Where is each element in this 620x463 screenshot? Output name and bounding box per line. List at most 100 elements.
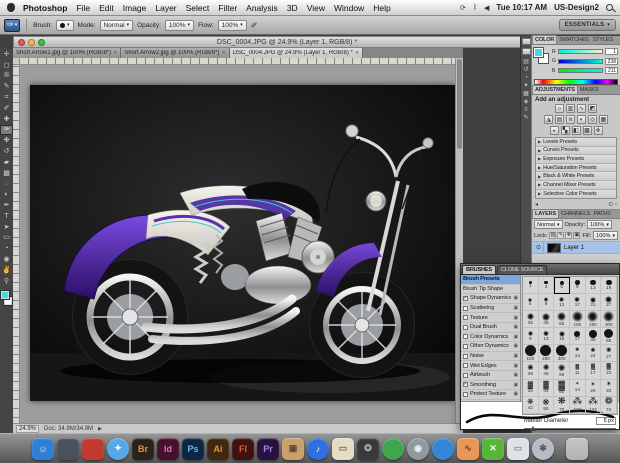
brush-preset[interactable]: ▓60 — [554, 380, 570, 397]
disclosure-triangle-icon[interactable]: ▶ — [538, 165, 541, 170]
tab-color[interactable]: COLOR — [532, 35, 557, 44]
flow-input[interactable]: 100%▾ — [218, 20, 247, 31]
brush-preset[interactable]: 3 — [539, 277, 555, 294]
adjustment-icon[interactable]: ▦ — [599, 115, 608, 124]
panel-icon[interactable]: ◈ — [522, 98, 531, 106]
dock-itunes[interactable]: ♪ — [307, 438, 329, 460]
close-icon[interactable]: ✕ — [355, 50, 359, 56]
zoom-level[interactable]: 24.9% — [16, 425, 39, 433]
adjustment-icon[interactable]: ◧ — [572, 126, 581, 135]
foreground-color-swatch[interactable] — [1, 291, 9, 299]
brush-preset[interactable]: ⁂134 — [586, 397, 602, 414]
menu-window[interactable]: Window — [334, 3, 364, 13]
panel-icon[interactable]: ≡ — [522, 106, 531, 114]
disclosure-triangle-icon[interactable]: ▶ — [538, 148, 541, 153]
dock-green-app[interactable] — [382, 438, 404, 460]
marquee-tool[interactable]: ◻ — [0, 60, 13, 71]
document-image[interactable] — [30, 85, 455, 401]
brush-preset[interactable]: 300 — [601, 311, 617, 328]
brush-option-airbrush[interactable]: Airbrush▣ — [461, 371, 520, 381]
brush-preset[interactable]: 5 — [523, 294, 539, 311]
adjustment-icon[interactable]: ▚ — [561, 126, 570, 135]
brush-preset[interactable]: 17 — [570, 294, 586, 311]
brush-preset[interactable]: ✶33 — [601, 380, 617, 397]
lock-icon[interactable]: ▧ — [549, 232, 556, 239]
blend-mode-select[interactable]: Normal▾ — [534, 220, 563, 229]
hand-tool[interactable]: ✌ — [0, 265, 13, 276]
dock-game-x[interactable]: ✕ — [482, 438, 504, 460]
layer-visibility-eye-icon[interactable]: ⊙ — [534, 241, 544, 254]
adjustment-icon[interactable]: ◎ — [588, 115, 597, 124]
adjustment-icon[interactable]: ≋ — [566, 115, 575, 124]
brush-preset[interactable]: 9 — [570, 277, 586, 294]
brush-preset[interactable]: 19 — [554, 328, 570, 345]
brush-preset[interactable]: ✶14 — [570, 380, 586, 397]
dock-trash[interactable] — [566, 438, 588, 460]
brush-preset[interactable]: ▓23 — [601, 362, 617, 379]
apple-menu-icon[interactable] — [7, 3, 15, 12]
adjustment-icon[interactable]: ✜ — [594, 126, 603, 135]
history-brush-tool[interactable]: ↺ — [0, 146, 13, 157]
preset-exposure-presets[interactable]: ▶Exposure Presets — [536, 155, 616, 164]
quick-selection-tool[interactable]: ✎ — [0, 81, 13, 92]
zoom-window-button[interactable] — [38, 39, 45, 46]
crop-tool[interactable]: ⌗ — [0, 92, 13, 103]
layer-row[interactable]: ⊙ Layer 1 — [532, 241, 620, 254]
document-tab[interactable]: DSC_0004.JPG @ 24.9% (Layer 1, RGB/8) *✕ — [230, 48, 363, 58]
dock-toy[interactable]: ✪ — [357, 438, 379, 460]
brush-option-wet-edges[interactable]: Wet Edges▣ — [461, 361, 520, 371]
disclosure-triangle-icon[interactable]: ▶ — [538, 191, 541, 196]
brush-preset[interactable]: ❋42 — [523, 397, 539, 414]
document-title-bar[interactable]: DSC_0004.JPG @ 24.9% (Layer 1, RGB/8) * — [13, 36, 531, 48]
dock-iphoto[interactable]: ▭ — [332, 438, 354, 460]
brush-option-brush-tip-shape[interactable]: Brush Tip Shape — [461, 285, 520, 295]
brush-preset[interactable]: ▓11 — [570, 362, 586, 379]
close-icon[interactable]: ✕ — [221, 50, 225, 56]
menu-edit[interactable]: Edit — [99, 3, 114, 13]
dock-premiere[interactable]: Pr — [257, 438, 279, 460]
shape-tool[interactable]: ▭ — [0, 233, 13, 244]
panel-icon[interactable]: ✦ — [522, 82, 531, 90]
close-window-button[interactable] — [18, 39, 25, 46]
menu-file[interactable]: File — [76, 3, 90, 13]
volume-icon[interactable]: ◀ — [484, 4, 489, 12]
panel-icon[interactable]: ◔ — [522, 74, 531, 82]
mode-select[interactable]: Normal▾ — [100, 20, 133, 31]
dock-dark-app[interactable] — [57, 438, 79, 460]
tab-brushes[interactable]: BRUSHES — [462, 265, 496, 274]
dock-external-drive[interactable]: ▭ — [507, 438, 529, 460]
type-tool[interactable]: T — [0, 211, 13, 222]
path-selection-tool[interactable]: ➤ — [0, 222, 13, 233]
channel-slider[interactable] — [558, 49, 603, 54]
preset-levels-presets[interactable]: ▶Levels Presets — [536, 138, 616, 147]
brush-preset[interactable]: ✺27 — [601, 345, 617, 362]
eraser-tool[interactable]: ▰ — [0, 157, 13, 168]
opacity-input[interactable]: 100%▾ — [165, 20, 194, 31]
checkbox[interactable] — [463, 334, 468, 339]
gradient-tool[interactable]: ▩ — [0, 168, 13, 179]
brush-preset[interactable]: 300 — [554, 345, 570, 362]
airbrush-toggle-icon[interactable]: ✐ — [251, 21, 258, 30]
workspace-switcher[interactable]: ESSENTIALS▾ — [559, 19, 616, 31]
adjustment-icon[interactable]: ◒ — [550, 126, 559, 135]
brush-preset[interactable]: ❁74 — [601, 397, 617, 414]
brush-preset[interactable]: 17 — [570, 328, 586, 345]
minimize-window-button[interactable] — [28, 39, 35, 46]
menu-user[interactable]: US-Design2 — [554, 3, 599, 12]
brush-option-noise[interactable]: Noise▣ — [461, 352, 520, 362]
menu-photoshop[interactable]: Photoshop — [23, 3, 67, 13]
checkbox[interactable] — [463, 344, 468, 349]
3d-rotate-tool[interactable]: ◔ — [0, 243, 13, 254]
panel-icon[interactable]: ▦ — [522, 90, 531, 98]
move-tool[interactable]: ✛ — [0, 49, 13, 60]
eyedropper-tool[interactable]: ✐ — [0, 103, 13, 114]
brush-preset[interactable]: 13 — [539, 328, 555, 345]
lock-icon[interactable]: ✥ — [565, 232, 572, 239]
brush-option-scattering[interactable]: Scattering▣ — [461, 304, 520, 314]
preset-channel-mixer-presets[interactable]: ▶Channel Mixer Presets — [536, 181, 616, 190]
menu-clock[interactable]: Tue 10:17 AM — [496, 3, 547, 12]
brush-preset[interactable]: ▓44 — [539, 380, 555, 397]
brush-preset[interactable]: ▓36 — [523, 380, 539, 397]
dock-illustrator[interactable]: Ai — [207, 438, 229, 460]
disclosure-triangle-icon[interactable]: ▶ — [538, 182, 541, 187]
